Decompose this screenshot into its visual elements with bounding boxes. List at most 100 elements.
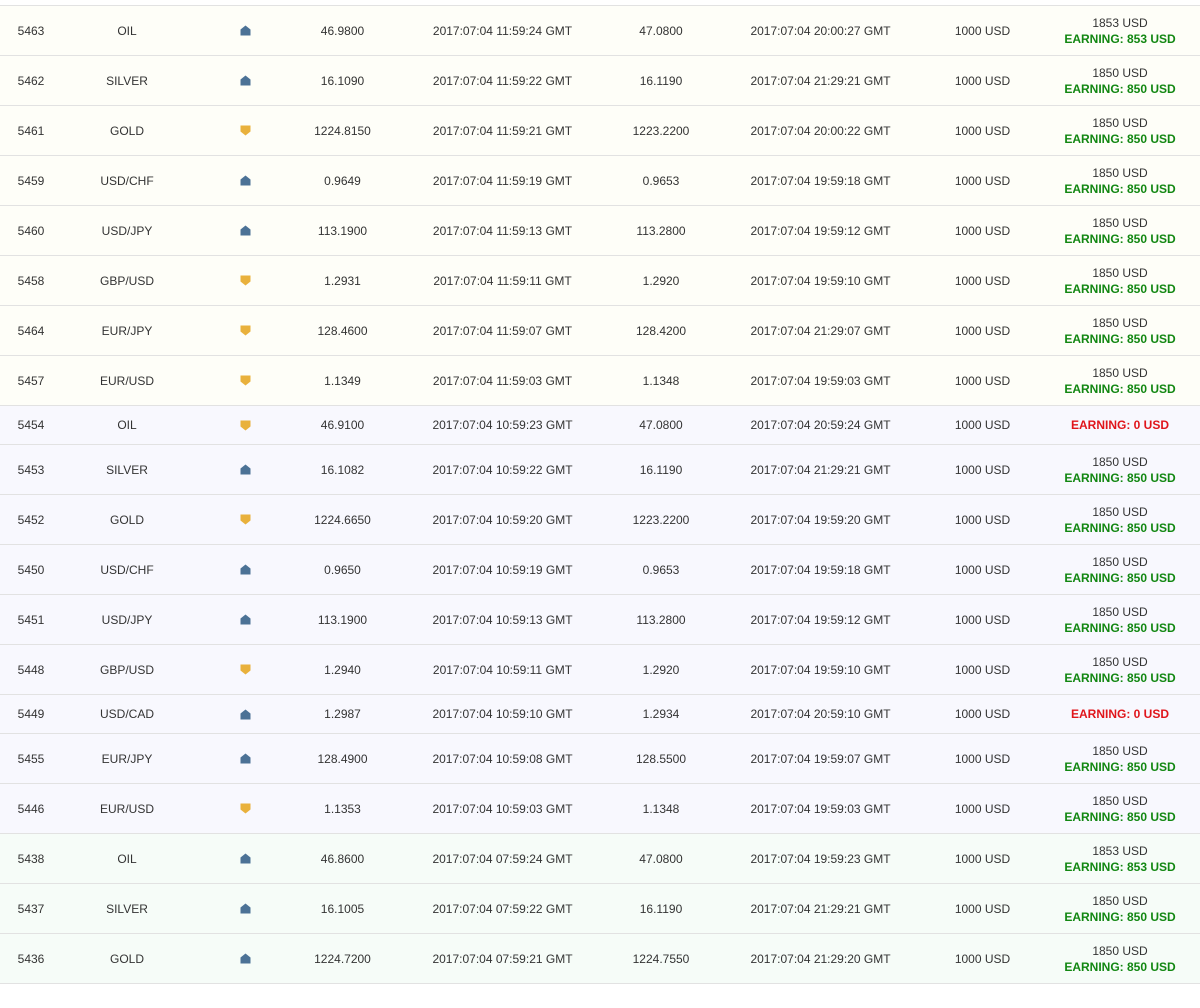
investment-amount: 1000 USD — [954, 323, 1011, 338]
asset-name: OIL — [117, 23, 137, 38]
trade-id: 5438 — [17, 851, 45, 866]
earning-amount: EARNING: 850 USD — [1064, 381, 1176, 396]
asset-name: GOLD — [109, 123, 144, 138]
open-time: 2017:07:04 11:59:13 GMT — [432, 223, 573, 238]
close-time: 2017:07:04 19:59:03 GMT — [750, 373, 891, 388]
table-row[interactable]: 5449 USD/CAD 1.2987 2017:07:04 10:59:10 … — [0, 695, 1200, 734]
table-row[interactable]: 5436 GOLD 1224.7200 2017:07:04 07:59:21 … — [0, 934, 1200, 984]
result-cell: 1853 USD EARNING: 853 USD — [1040, 834, 1200, 883]
close-time: 2017:07:04 19:59:23 GMT — [750, 851, 891, 866]
table-row[interactable]: 5461 GOLD 1224.8150 2017:07:04 11:59:21 … — [0, 106, 1200, 156]
earning-amount: EARNING: 0 USD — [1070, 418, 1169, 432]
asset-name: USD/CHF — [100, 562, 154, 577]
table-row[interactable]: 5450 USD/CHF 0.9650 2017:07:04 10:59:19 … — [0, 545, 1200, 595]
payout-amount: 1850 USD — [1092, 743, 1148, 758]
close-price: 1223.2200 — [632, 512, 690, 527]
table-row[interactable]: 5459 USD/CHF 0.9649 2017:07:04 11:59:19 … — [0, 156, 1200, 206]
investment-amount: 1000 USD — [954, 123, 1011, 138]
close-time: 2017:07:04 19:59:10 GMT — [750, 273, 891, 288]
earning-amount: EARNING: 850 USD — [1064, 670, 1176, 685]
trade-id: 5463 — [17, 23, 45, 38]
table-row[interactable]: 5464 EUR/JPY 128.4600 2017:07:04 11:59:0… — [0, 306, 1200, 356]
trade-id: 5454 — [17, 418, 45, 432]
result-cell: 1850 USD EARNING: 850 USD — [1040, 256, 1200, 305]
close-time: 2017:07:04 21:29:21 GMT — [750, 462, 891, 477]
asset-name: EUR/USD — [99, 801, 154, 816]
table-row[interactable]: 5463 OIL 46.9800 2017:07:04 11:59:24 GMT… — [0, 6, 1200, 56]
direction-cell — [200, 834, 290, 883]
direction-cell — [200, 406, 290, 444]
trade-id: 5450 — [17, 562, 45, 577]
arrow-down-icon — [240, 325, 251, 336]
table-row[interactable]: 5452 GOLD 1224.6650 2017:07:04 10:59:20 … — [0, 495, 1200, 545]
close-time: 2017:07:04 20:59:10 GMT — [750, 707, 891, 721]
open-price: 1224.8150 — [314, 123, 371, 138]
open-price: 16.1090 — [320, 73, 365, 88]
trade-id: 5461 — [17, 123, 45, 138]
arrow-up-icon — [240, 75, 251, 86]
result-cell: 1850 USD EARNING: 850 USD — [1040, 784, 1200, 833]
table-row[interactable]: 5460 USD/JPY 113.1900 2017:07:04 11:59:1… — [0, 206, 1200, 256]
table-row[interactable]: 5446 EUR/USD 1.1353 2017:07:04 10:59:03 … — [0, 784, 1200, 834]
payout-amount: 1850 USD — [1092, 165, 1148, 180]
trade-id: 5449 — [17, 707, 45, 721]
investment-amount: 1000 USD — [954, 851, 1011, 866]
earning-amount: EARNING: 850 USD — [1064, 131, 1176, 146]
arrow-down-icon — [240, 803, 251, 814]
payout-amount: 1850 USD — [1092, 554, 1148, 569]
open-time: 2017:07:04 11:59:21 GMT — [432, 123, 573, 138]
table-row[interactable]: 5453 SILVER 16.1082 2017:07:04 10:59:22 … — [0, 445, 1200, 495]
arrow-up-icon — [240, 709, 251, 720]
payout-amount: 1850 USD — [1092, 604, 1148, 619]
trades-table: 5463 OIL 46.9800 2017:07:04 11:59:24 GMT… — [0, 5, 1200, 984]
investment-amount: 1000 USD — [954, 223, 1011, 238]
result-cell: 1850 USD EARNING: 850 USD — [1040, 56, 1200, 105]
direction-cell — [200, 356, 290, 405]
table-row[interactable]: 5462 SILVER 16.1090 2017:07:04 11:59:22 … — [0, 56, 1200, 106]
table-row[interactable]: 5455 EUR/JPY 128.4900 2017:07:04 10:59:0… — [0, 734, 1200, 784]
direction-cell — [200, 884, 290, 933]
asset-name: OIL — [117, 851, 137, 866]
open-time: 2017:07:04 10:59:19 GMT — [432, 562, 573, 577]
table-row[interactable]: 5457 EUR/USD 1.1349 2017:07:04 11:59:03 … — [0, 356, 1200, 406]
open-price: 1.2931 — [324, 273, 361, 288]
open-price: 0.9650 — [324, 562, 361, 577]
table-row[interactable]: 5437 SILVER 16.1005 2017:07:04 07:59:22 … — [0, 884, 1200, 934]
arrow-up-icon — [240, 25, 251, 36]
close-price: 1.2934 — [642, 707, 680, 721]
arrow-up-icon — [240, 753, 251, 764]
trade-id: 5452 — [17, 512, 45, 527]
direction-cell — [200, 56, 290, 105]
arrow-down-icon — [240, 420, 251, 431]
close-time: 2017:07:04 20:00:22 GMT — [750, 123, 891, 138]
open-time: 2017:07:04 10:59:20 GMT — [432, 512, 573, 527]
open-time: 2017:07:04 10:59:10 GMT — [432, 707, 573, 721]
close-price: 47.0800 — [639, 418, 683, 432]
result-cell: 1850 USD EARNING: 850 USD — [1040, 445, 1200, 494]
investment-amount: 1000 USD — [954, 23, 1011, 38]
asset-name: USD/CHF — [100, 173, 154, 188]
close-price: 16.1190 — [639, 462, 683, 477]
arrow-up-icon — [240, 614, 251, 625]
trade-id: 5459 — [17, 173, 45, 188]
open-time: 2017:07:04 11:59:07 GMT — [432, 323, 573, 338]
open-price: 1224.7200 — [314, 951, 371, 966]
result-cell: 1850 USD EARNING: 850 USD — [1040, 734, 1200, 783]
open-time: 2017:07:04 11:59:19 GMT — [432, 173, 573, 188]
open-time: 2017:07:04 10:59:23 GMT — [432, 418, 573, 432]
direction-cell — [200, 445, 290, 494]
close-time: 2017:07:04 21:29:21 GMT — [750, 73, 891, 88]
payout-amount: 1850 USD — [1092, 793, 1148, 808]
earning-amount: EARNING: 850 USD — [1064, 281, 1176, 296]
table-row[interactable]: 5454 OIL 46.9100 2017:07:04 10:59:23 GMT… — [0, 406, 1200, 445]
table-row[interactable]: 5458 GBP/USD 1.2931 2017:07:04 11:59:11 … — [0, 256, 1200, 306]
open-price: 46.8600 — [320, 851, 365, 866]
trade-id: 5457 — [17, 373, 45, 388]
asset-name: USD/CAD — [99, 707, 154, 721]
earning-amount: EARNING: 850 USD — [1064, 570, 1176, 585]
table-row[interactable]: 5448 GBP/USD 1.2940 2017:07:04 10:59:11 … — [0, 645, 1200, 695]
open-time: 2017:07:04 10:59:08 GMT — [432, 751, 573, 766]
open-price: 128.4600 — [317, 323, 368, 338]
table-row[interactable]: 5438 OIL 46.8600 2017:07:04 07:59:24 GMT… — [0, 834, 1200, 884]
table-row[interactable]: 5451 USD/JPY 113.1900 2017:07:04 10:59:1… — [0, 595, 1200, 645]
